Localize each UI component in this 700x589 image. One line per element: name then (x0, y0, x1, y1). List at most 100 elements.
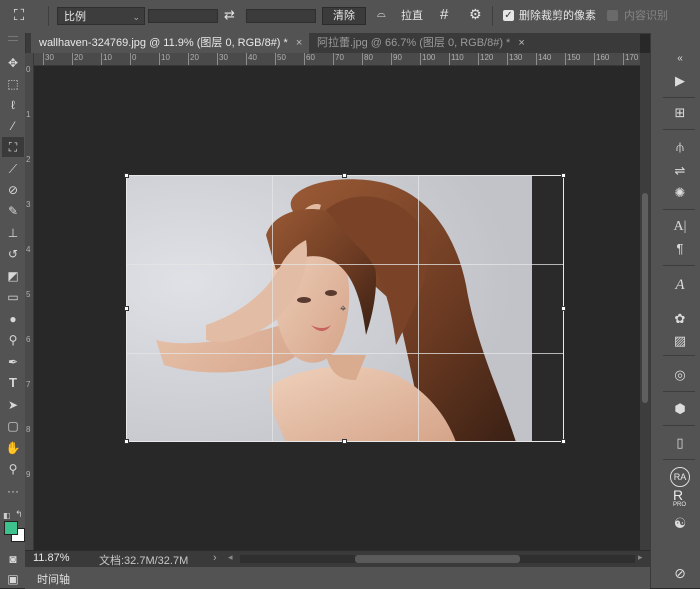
zoom-level[interactable]: 11.87% (33, 552, 70, 564)
character-icon[interactable]: A| (669, 217, 691, 237)
vertical-scrollbar[interactable] (640, 53, 650, 550)
divider (663, 391, 695, 392)
stamp-icon[interactable]: ⊥ (2, 223, 24, 243)
type-icon[interactable]: T (2, 373, 24, 393)
path-select-icon[interactable]: ➤ (2, 395, 24, 415)
horizontal-scroll-thumb[interactable] (355, 555, 520, 563)
paragraph-icon[interactable]: ¶ (669, 239, 691, 259)
crop-handle-top-right[interactable] (561, 173, 566, 178)
brush-settings-icon[interactable]: ⫛ (669, 137, 691, 157)
delete-cropped-label[interactable]: 删除裁剪的像素 (519, 9, 596, 23)
link-icon[interactable]: ◎ (669, 365, 691, 385)
tab-wallhaven[interactable]: wallhaven-324769.jpg @ 11.9% (图层 0, RGB/… (31, 33, 309, 53)
hand-icon[interactable]: ✋ (2, 438, 24, 458)
crop-handle-bottom-left[interactable] (124, 439, 129, 444)
quick-mask-icon[interactable]: ◙ (2, 549, 24, 569)
tools-panel: ✥ ⬚ ℓ ⁄ ⛶ ⟋ ⊘ ✎ ⊥ ↺ ◩ ▭ ● ⚲ ✒ T ➤ ▢ ✋ ⚲ … (0, 33, 26, 588)
dodge-icon[interactable]: ⚲ (2, 330, 24, 350)
close-icon[interactable]: × (296, 37, 302, 49)
quick-select-icon[interactable]: ⁄ (2, 116, 24, 136)
gear-icon[interactable]: ⚙ (469, 6, 482, 23)
ruler-tick (43, 53, 44, 65)
image-icon[interactable]: ▨ (669, 331, 691, 351)
pen-icon[interactable]: ✒ (2, 352, 24, 372)
ruler-tick (449, 53, 450, 65)
brush-preset-icon[interactable]: ✿ (669, 309, 691, 329)
blur-icon[interactable]: ● (2, 309, 24, 329)
ratio-height-input[interactable] (246, 9, 316, 23)
vertical-ruler: 0 1 2 3 4 5 6 7 8 9 (25, 53, 34, 550)
straighten-label[interactable]: 拉直 (401, 9, 423, 23)
shape-icon[interactable]: ▢ (2, 416, 24, 436)
crop-handle-left[interactable] (124, 306, 129, 311)
no-icon[interactable]: ⊘ (669, 563, 691, 583)
crop-empty-area (532, 175, 564, 442)
ratio-dropdown[interactable]: 比例 ⌄ (57, 7, 145, 25)
device-icon[interactable]: ▯ (669, 433, 691, 453)
screen-mode-icon[interactable]: ▣ (2, 569, 24, 589)
crop-grid-line (126, 353, 564, 354)
ratio-width-input[interactable] (148, 9, 218, 23)
ruler-tick (246, 53, 247, 65)
history-brush-icon[interactable]: ↺ (2, 244, 24, 264)
default-colors-icon[interactable]: ◧ (3, 511, 11, 520)
crop-handle-right[interactable] (561, 306, 566, 311)
ra-plugin-icon[interactable]: RA (670, 467, 690, 487)
ruler-tick-label: 0 (26, 65, 31, 74)
eraser-icon[interactable]: ◩ (2, 266, 24, 286)
r-pro-plugin-icon[interactable]: R PRO (673, 488, 686, 508)
close-icon[interactable]: × (518, 37, 524, 49)
ruler-tick-label: 70 (335, 53, 344, 62)
level-icon[interactable]: ⌓ (377, 8, 386, 21)
yin-yang-icon[interactable]: ☯ (669, 513, 691, 533)
panel-grip (8, 36, 18, 41)
crop-tool-preset-icon[interactable]: ⛶ (8, 6, 30, 26)
status-bar: 11.87% 文档:32.7M/32.7M › ◂ ▸ (25, 550, 650, 567)
swap-arrows-icon[interactable]: ⇄ (224, 7, 235, 23)
3d-icon[interactable]: ⬢ (669, 399, 691, 419)
divider (663, 129, 695, 130)
glyph-icon[interactable]: A (669, 275, 691, 295)
ruler-tick-label: 110 (451, 53, 464, 62)
vertical-scroll-thumb[interactable] (642, 193, 648, 403)
gradient-icon[interactable]: ▭ (2, 287, 24, 307)
tab-alalei[interactable]: 阿拉蕾.jpg @ 66.7% (图层 0, RGB/8#) * × (309, 33, 525, 53)
scroll-left-icon[interactable]: ◂ (228, 552, 233, 563)
adjust-icon[interactable]: ⇌ (669, 161, 691, 181)
r-plugin-sub: PRO (673, 502, 687, 508)
foreground-color-swatch[interactable] (4, 521, 18, 535)
crop-icon[interactable]: ⛶ (2, 137, 24, 157)
ruler-tick (159, 53, 160, 65)
crop-handle-top[interactable] (342, 173, 347, 178)
ruler-tick-label: 30 (219, 53, 228, 62)
crop-handle-bottom-right[interactable] (561, 439, 566, 444)
zoom-icon[interactable]: ⚲ (2, 459, 24, 479)
brush-icon[interactable]: ✎ (2, 201, 24, 221)
ruler-tick-label: 4 (26, 245, 31, 254)
marquee-icon[interactable]: ⬚ (2, 74, 24, 94)
ruler-tick-label: 10 (103, 53, 112, 62)
lasso-icon[interactable]: ℓ (2, 95, 24, 115)
healing-icon[interactable]: ⊘ (2, 180, 24, 200)
crop-handle-bottom[interactable] (342, 439, 347, 444)
crop-handle-top-left[interactable] (124, 173, 129, 178)
play-icon[interactable]: ▶ (669, 71, 691, 91)
grid-overlay-icon[interactable]: # (440, 6, 448, 23)
timeline-tab[interactable]: 时间轴 (37, 571, 70, 587)
swap-colors-icon[interactable]: ↰ (15, 509, 23, 520)
scroll-right-icon[interactable]: ▸ (638, 552, 643, 563)
eyedropper-icon[interactable]: ⟋ (2, 159, 24, 179)
ruler-tick-label: 80 (364, 53, 373, 62)
content-aware-label: 内容识别 (624, 10, 668, 22)
collapse-icon[interactable]: « (669, 49, 691, 69)
swatches-wheel-icon[interactable]: ✺ (669, 183, 691, 203)
ruler-tick-label: 8 (26, 425, 31, 434)
clear-button[interactable]: 清除 (322, 7, 366, 25)
more-icon[interactable]: ··· (2, 481, 24, 501)
delete-cropped-checkbox[interactable]: ✓ (503, 10, 514, 21)
status-menu-arrow[interactable]: › (213, 552, 217, 564)
move-icon[interactable]: ✥ (2, 53, 24, 73)
photo-image[interactable] (126, 175, 532, 442)
history-icon[interactable]: ⊞ (669, 103, 691, 123)
ruler-tick-label: 120 (480, 53, 494, 62)
